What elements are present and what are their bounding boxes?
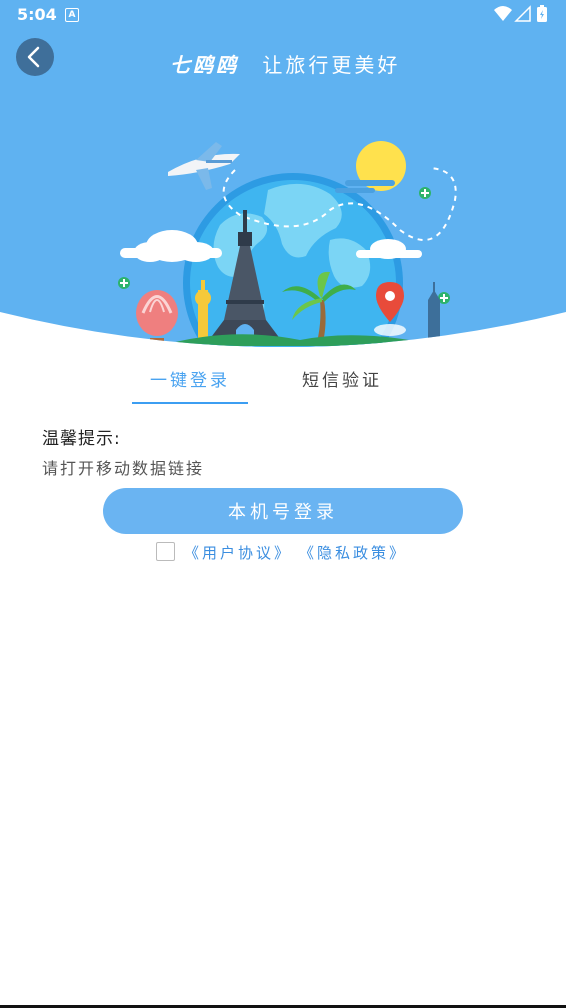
status-bar: 5:04 A: [0, 0, 566, 30]
privacy-policy-link[interactable]: 《隐私政策》: [299, 542, 407, 563]
user-agreement-link[interactable]: 《用户协议》: [184, 542, 292, 563]
tab-one-click-login[interactable]: 一键登录: [150, 366, 230, 391]
battery-icon: [537, 5, 547, 22]
wifi-icon: [494, 6, 512, 21]
tab-active-indicator: [132, 402, 248, 404]
phone-login-button[interactable]: 本机号登录: [103, 488, 463, 534]
back-arrow-icon: [27, 46, 40, 68]
signal-icon: [514, 5, 531, 22]
brand-header: 七鸥鸥 让旅行更美好: [170, 49, 400, 78]
notification-icon: A: [65, 8, 79, 22]
back-button[interactable]: [16, 38, 54, 76]
phone-login-label: 本机号登录: [228, 502, 338, 523]
status-icons: [494, 5, 547, 22]
tip-title: 温馨提示:: [42, 429, 121, 449]
brand-slogan: 让旅行更美好: [262, 53, 401, 77]
brand-name: 七鸥鸥: [170, 53, 239, 77]
login-tabs: 一键登录 短信验证: [0, 360, 566, 406]
tip-text: 请打开移动数据链接: [42, 459, 205, 478]
agreement-checkbox[interactable]: [156, 542, 175, 561]
status-time: 5:04: [17, 5, 57, 24]
tab-sms-verification[interactable]: 短信验证: [302, 366, 382, 391]
